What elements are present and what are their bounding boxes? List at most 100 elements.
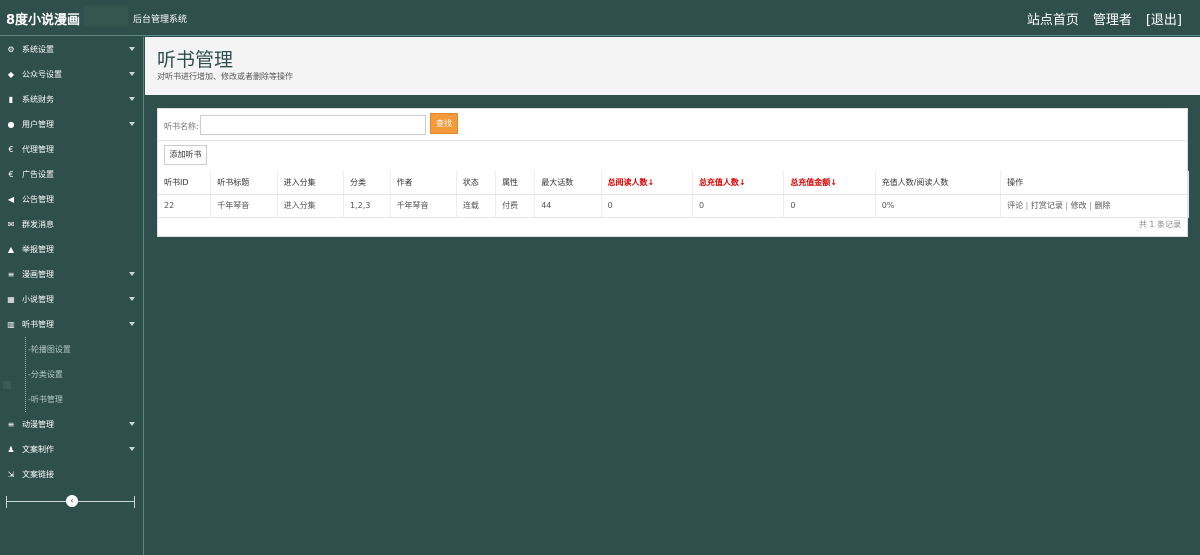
grid-icon: ▦ <box>7 295 15 304</box>
sidebar-item-0[interactable]: ⚙ 系统设置 <box>0 37 143 62</box>
sidebar-item-label: 漫画管理 <box>22 270 54 279</box>
sidebar-item-label: 群发消息 <box>22 220 54 229</box>
table-cell: 连载 <box>456 194 497 218</box>
system-name: 后台管理系统 <box>133 15 188 25</box>
search-button[interactable]: 查找 <box>430 113 458 134</box>
page-title: 听书管理 <box>157 49 234 71</box>
bullhorn-icon: ◀ <box>7 195 15 204</box>
sidebar-item-5[interactable]: € 广告设置 <box>0 162 143 187</box>
column-header[interactable]: 总充值人数↓ <box>692 171 785 195</box>
table-cell: 付费 <box>495 194 536 218</box>
sidebar-item-label: 代理管理 <box>22 145 54 154</box>
chevron-down-icon[interactable] <box>129 447 135 451</box>
add-audiobook-button[interactable]: 添加听书 <box>164 145 207 165</box>
admin-link[interactable]: 管理者 <box>1093 9 1132 28</box>
search-input[interactable] <box>200 115 426 135</box>
sidebar-item-2[interactable]: ▮ 系统财务 <box>0 87 143 112</box>
sidebar-item-4[interactable]: € 代理管理 <box>0 137 143 162</box>
site-home-link[interactable]: 站点首页 <box>1027 9 1079 28</box>
column-header: 状态 <box>456 171 497 195</box>
table-cell: 0 <box>601 194 693 218</box>
warning-icon: ▲ <box>7 245 15 254</box>
sidebar-item-6[interactable]: ◀ 公告管理 <box>0 187 143 212</box>
page-header: 听书管理 对听书进行增加、修改或者删除等操作 <box>145 37 1200 95</box>
sidebar-submenu: -轮播图设置 -分类设置 -听书管理 <box>0 337 143 412</box>
column-header: 充值人数/阅读人数 <box>875 171 1002 195</box>
sidebar-item-after-1[interactable]: ♟ 文案制作 <box>0 437 143 462</box>
top-links: 站点首页 管理者 [退出] <box>1027 9 1182 28</box>
sidebar-subitem-category[interactable]: -分类设置 <box>0 362 143 387</box>
sidebar-item-label: 举报管理 <box>22 245 54 254</box>
delete-link[interactable]: 删除 <box>1094 201 1110 210</box>
chevron-down-icon[interactable] <box>129 47 135 51</box>
column-header[interactable]: 总阅读人数↓ <box>601 171 693 195</box>
comment-link[interactable]: 评论 <box>1007 201 1023 210</box>
table-cell: 0 <box>692 194 785 218</box>
column-header: 最大话数 <box>534 171 602 195</box>
sidebar-collapse-row: ‹ <box>0 489 143 515</box>
external-link-icon: ⇲ <box>7 470 15 479</box>
column-header: 作者 <box>390 171 457 195</box>
sidebar-item-label: 文案制作 <box>22 445 54 454</box>
submenu-guide-line <box>25 337 26 412</box>
chevron-down-icon[interactable] <box>129 97 135 101</box>
chevron-down-icon[interactable] <box>129 322 135 326</box>
chevron-down-icon[interactable] <box>129 422 135 426</box>
euro-icon: € <box>8 170 14 179</box>
sidebar-item-8[interactable]: ▲ 举报管理 <box>0 237 143 262</box>
submenu-marker <box>3 381 11 389</box>
collapse-sidebar-button[interactable]: ‹ <box>66 495 78 507</box>
sidebar-item-label: 系统财务 <box>22 95 54 104</box>
sidebar-item-7[interactable]: ✉ 群发消息 <box>0 212 143 237</box>
logout-link[interactable]: [退出] <box>1146 9 1182 28</box>
reward-records-link[interactable]: 打赏记录 <box>1031 201 1063 210</box>
sidebar-item-3[interactable]: ● 用户管理 <box>0 112 143 137</box>
top-bar: 8度小说漫画 后台管理系统 站点首页 管理者 [退出] <box>0 0 1200 36</box>
table-cell: 44 <box>534 194 602 218</box>
bar-chart-icon: ▮ <box>8 95 14 104</box>
sidebar-item-label: 公告管理 <box>22 195 54 204</box>
brand-logo-box <box>84 6 128 26</box>
chevron-down-icon[interactable] <box>129 297 135 301</box>
sidebar-subitem-carousel[interactable]: -轮播图设置 <box>0 337 143 362</box>
table-cell: 0% <box>875 194 1002 218</box>
chevron-down-icon[interactable] <box>129 122 135 126</box>
sidebar-item-10[interactable]: ▦ 小说管理 <box>0 287 143 312</box>
sidebar-item-label: 动漫管理 <box>22 420 54 429</box>
separator: | <box>1062 201 1071 210</box>
page-description: 对听书进行增加、修改或者删除等操作 <box>157 72 293 81</box>
sidebar-item-label: 听书管理 <box>22 320 54 329</box>
user-icon: ● <box>7 120 15 129</box>
sidebar-item-11[interactable]: ▥ 听书管理 <box>0 312 143 337</box>
search-row: 听书名称: 查找 <box>158 109 1187 141</box>
brand-title[interactable]: 8度小说漫画 <box>6 9 80 28</box>
sidebar-subitem-audiobook[interactable]: -听书管理 <box>0 387 143 412</box>
sidebar-item-after-2[interactable]: ⇲ 文案链接 <box>0 462 143 487</box>
column-header: 分类 <box>343 171 391 195</box>
column-header[interactable]: 总充值金额↓ <box>783 171 876 195</box>
table-header-row: 听书ID 听书标题 进入分集 分类 作者 状态 属性 最大话数 总阅读人数↓ 总充值人数↓ 总充值金… <box>158 171 1189 195</box>
user-edit-icon: ♟ <box>7 445 15 454</box>
sidebar-item-after-0[interactable]: ≡ 动漫管理 <box>0 412 143 437</box>
sidebar-item-1[interactable]: ◆ 公众号设置 <box>0 62 143 87</box>
sidebar-item-label: 广告设置 <box>22 170 54 179</box>
edit-link[interactable]: 修改 <box>1071 201 1087 210</box>
chevron-down-icon[interactable] <box>129 72 135 76</box>
table-row: 22 千年琴音 进入分集 1,2,3 千年琴音 连载 付费 44 0 0 0 0% 评论 | 打赏记录 … <box>158 194 1189 218</box>
sidebar-item-9[interactable]: ≡ 漫画管理 <box>0 262 143 287</box>
separator: | <box>1023 201 1031 210</box>
column-header: 听书标题 <box>210 171 278 195</box>
euro-icon: € <box>8 145 14 154</box>
chevron-down-icon[interactable] <box>129 272 135 276</box>
gear-icon: ⚙ <box>7 45 15 54</box>
sidebar-item-label: 文案链接 <box>22 470 54 479</box>
table-cell: 0 <box>783 194 876 218</box>
search-label: 听书名称: <box>164 122 199 131</box>
table-cell: 千年琴音 <box>210 194 278 218</box>
sidebar-item-label: 用户管理 <box>22 120 54 129</box>
envelope-icon: ✉ <box>7 220 15 229</box>
column-header: 属性 <box>495 171 536 195</box>
enter-episodes-link[interactable]: 进入分集 <box>277 194 345 218</box>
column-header: 听书ID <box>158 171 212 195</box>
content-card: 听书名称: 查找 添加听书 听书ID 听书标题 进入分集 分类 作者 状态 属性 最大话数 总阅… <box>157 108 1189 237</box>
